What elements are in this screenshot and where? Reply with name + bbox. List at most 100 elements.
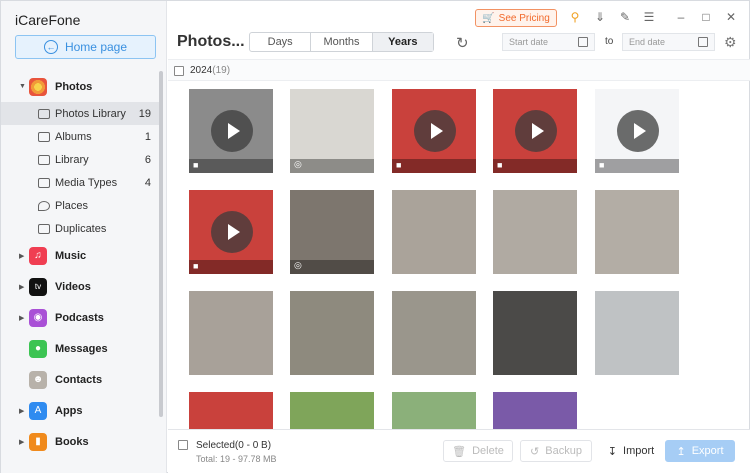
play-icon[interactable]: [515, 110, 557, 152]
photo-tile[interactable]: [595, 190, 679, 274]
export-icon: ↥: [676, 445, 686, 458]
home-page-button[interactable]: ← Home page: [15, 35, 156, 59]
refresh-icon[interactable]: ↻: [456, 34, 469, 52]
photo-tile[interactable]: [392, 392, 476, 429]
photo-tile[interactable]: [595, 291, 679, 375]
import-button[interactable]: ↧ Import: [600, 440, 662, 462]
end-date-field[interactable]: End date: [622, 33, 715, 51]
tab-days[interactable]: Days: [250, 33, 312, 51]
select-all-checkbox[interactable]: [178, 440, 188, 450]
calendar-icon[interactable]: [698, 37, 708, 47]
image-icon: [38, 108, 50, 119]
delete-button[interactable]: 🗑 Delete: [443, 440, 513, 462]
expand-triangle-icon[interactable]: ▶: [19, 314, 24, 322]
photo-tile[interactable]: ■: [189, 190, 273, 274]
sidebar-item-photos-library[interactable]: Photos Library 19: [1, 102, 159, 125]
expand-triangle-icon[interactable]: ▶: [19, 252, 24, 260]
photo-tile[interactable]: ■: [189, 89, 273, 173]
expand-triangle-icon[interactable]: ▶: [19, 283, 24, 291]
podcasts-app-icon: ◉: [29, 308, 47, 327]
sidebar-category-apps[interactable]: ▶ A Apps: [1, 395, 159, 426]
photo-tile[interactable]: [392, 291, 476, 375]
play-icon[interactable]: [211, 110, 253, 152]
tab-years[interactable]: Years: [372, 33, 433, 51]
photo-tile[interactable]: [189, 291, 273, 375]
backup-button[interactable]: ↺ Backup: [520, 440, 592, 462]
play-icon[interactable]: [617, 110, 659, 152]
page-title: Photos...: [177, 33, 245, 50]
location-icon: [38, 200, 50, 211]
end-date-placeholder: End date: [629, 37, 666, 47]
selection-summary: Selected(0 - 0 B): [196, 440, 272, 451]
maximize-icon[interactable]: □: [699, 10, 713, 24]
export-label: Export: [691, 445, 724, 457]
settings-gear-icon[interactable]: ⚙: [724, 34, 737, 51]
sidebar-category-label: Messages: [55, 342, 108, 355]
photo-tile[interactable]: [493, 291, 577, 375]
duplicates-icon: [38, 223, 50, 234]
sidebar-item-label: Photos Library: [55, 107, 126, 120]
sidebar-item-duplicates[interactable]: Duplicates: [1, 217, 159, 240]
sidebar-item-albums[interactable]: Albums 1: [1, 125, 159, 148]
group-count: (19): [212, 65, 231, 76]
messages-app-icon: ●: [29, 339, 47, 358]
select-group-checkbox[interactable]: [174, 66, 184, 76]
key-icon[interactable]: ⚲: [568, 10, 582, 24]
app-store-icon: A: [29, 401, 47, 420]
cart-icon: 🛒: [482, 12, 495, 24]
calendar-icon[interactable]: [578, 37, 588, 47]
see-pricing-button[interactable]: 🛒 See Pricing: [475, 9, 557, 27]
sidebar-item-library[interactable]: Library 6: [1, 148, 159, 171]
feedback-icon[interactable]: ✎: [618, 10, 632, 24]
photo-tile[interactable]: ◎: [290, 190, 374, 274]
sidebar-category-photos[interactable]: ▼ Photos: [1, 71, 159, 102]
photo-tile[interactable]: [189, 392, 273, 429]
sidebar-category-messages[interactable]: ● Messages: [1, 333, 159, 364]
expand-triangle-icon[interactable]: ▶: [19, 407, 24, 415]
group-year: 2024: [190, 65, 213, 76]
video-camera-icon: ■: [193, 160, 199, 170]
photo-tile[interactable]: ■: [595, 89, 679, 173]
photo-tile[interactable]: ■: [392, 89, 476, 173]
tile-overlay: [189, 260, 273, 274]
import-icon: ↧: [607, 445, 618, 458]
sidebar-category-books[interactable]: ▶ ▮ Books: [1, 426, 159, 457]
tile-overlay: [595, 159, 679, 173]
play-icon[interactable]: [211, 211, 253, 253]
sidebar-item-count: 1: [144, 130, 151, 143]
library-icon: [38, 154, 50, 165]
export-button[interactable]: ↥ Export: [665, 440, 735, 462]
photo-tile[interactable]: ◎: [290, 89, 374, 173]
photo-tile[interactable]: [493, 392, 577, 429]
video-camera-icon: ■: [396, 160, 402, 170]
sidebar-scrollbar[interactable]: [159, 71, 163, 417]
sidebar-item-places[interactable]: Places: [1, 194, 159, 217]
expand-triangle-icon[interactable]: ▼: [19, 83, 26, 90]
media-types-icon: [38, 177, 50, 188]
sidebar-category-contacts[interactable]: ☻ Contacts: [1, 364, 159, 395]
close-icon[interactable]: ✕: [724, 10, 738, 24]
photo-tile[interactable]: [392, 190, 476, 274]
photo-tile[interactable]: [290, 392, 374, 429]
photo-tile[interactable]: [493, 190, 577, 274]
bottom-action-bar: Selected(0 - 0 B) Total: 19 - 97.78 MB 🗑…: [168, 429, 750, 473]
tile-overlay: [290, 260, 374, 274]
sidebar-item-count: 6: [144, 153, 151, 166]
download-icon[interactable]: ⇓: [593, 10, 607, 24]
sidebar-item-media-types[interactable]: Media Types 4: [1, 171, 159, 194]
photo-tile[interactable]: ■: [493, 89, 577, 173]
start-date-placeholder: Start date: [509, 37, 549, 47]
sidebar-category-podcasts[interactable]: ▶ ◉ Podcasts: [1, 302, 159, 333]
sidebar-category-music[interactable]: ▶ ♫ Music: [1, 240, 159, 271]
app-title: iCareFone: [15, 12, 81, 28]
play-icon[interactable]: [414, 110, 456, 152]
sidebar-category-videos[interactable]: ▶ tv Videos: [1, 271, 159, 302]
tab-months[interactable]: Months: [311, 33, 373, 51]
expand-triangle-icon[interactable]: ▶: [19, 438, 24, 446]
photo-tile[interactable]: [290, 291, 374, 375]
minimize-icon[interactable]: –: [674, 10, 688, 24]
start-date-field[interactable]: Start date: [502, 33, 595, 51]
menu-icon[interactable]: ☰: [642, 10, 656, 24]
photo-grid: ■ ◎ ■ ■ ■ ■ ◎: [168, 81, 750, 429]
sidebar-item-label: Duplicates: [55, 222, 107, 235]
